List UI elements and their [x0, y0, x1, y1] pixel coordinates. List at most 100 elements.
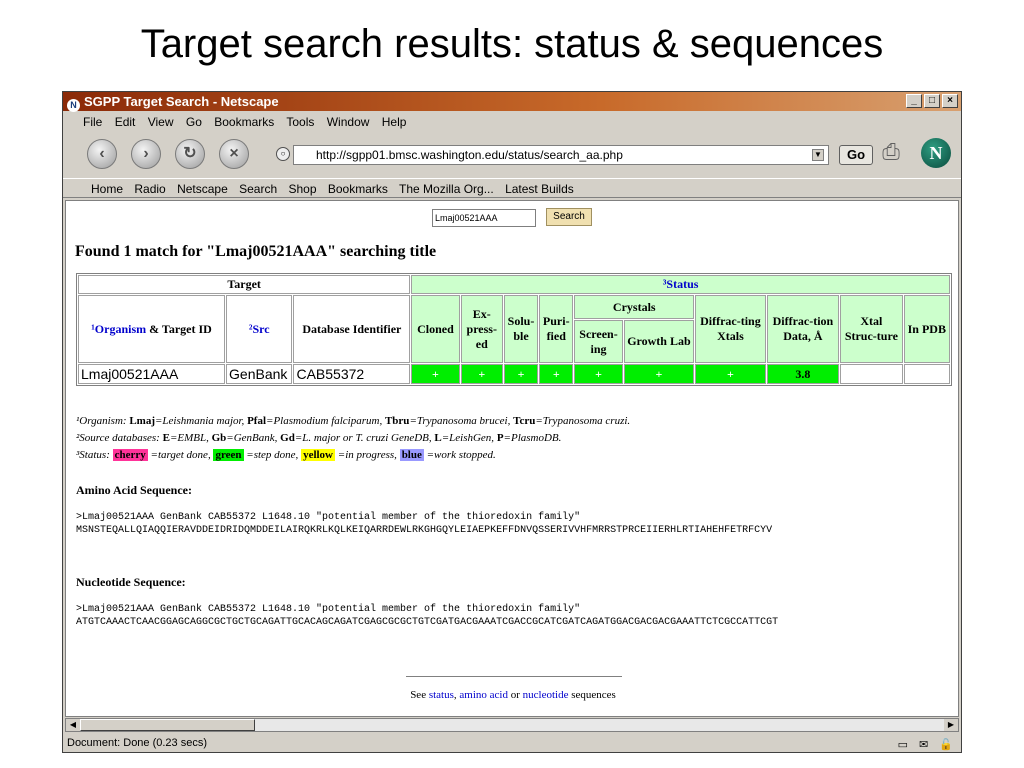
- url-text: http://sgpp01.bmsc.washington.edu/status…: [316, 148, 623, 162]
- header-status[interactable]: ³Status: [411, 275, 950, 294]
- site-icon: ○: [276, 147, 290, 161]
- bookmarks-toolbar: Home Radio Netscape Search Shop Bookmark…: [63, 178, 961, 198]
- status-link[interactable]: status: [429, 689, 454, 701]
- url-input[interactable]: http://sgpp01.bmsc.washington.edu/status…: [293, 145, 829, 165]
- nucleotide-link[interactable]: nucleotide: [523, 689, 569, 701]
- header-cloned: Cloned: [411, 295, 460, 363]
- bookmark-bookmarks[interactable]: Bookmarks: [328, 182, 388, 196]
- bookmark-radio[interactable]: Radio: [134, 182, 165, 196]
- title-bar: N SGPP Target Search - Netscape _ □ ×: [63, 92, 961, 112]
- header-xtal-structure: Xtal Struc-ture: [840, 295, 903, 363]
- header-target: Target: [78, 275, 411, 294]
- menu-file[interactable]: File: [83, 115, 102, 129]
- footer-links: See status, amino acid or nucleotide seq…: [410, 689, 616, 701]
- menu-bar: File Edit View Go Bookmarks Tools Window…: [63, 112, 961, 132]
- header-diffraction-data: Diffrac-tion Data, Å: [766, 295, 840, 363]
- header-soluble: Solu-ble: [503, 295, 539, 363]
- bookmark-mozilla[interactable]: The Mozilla Org...: [399, 182, 494, 196]
- cell-database-id: CAB55372: [293, 364, 411, 384]
- bookmark-netscape[interactable]: Netscape: [177, 182, 228, 196]
- cell-purified: +: [539, 364, 574, 384]
- header-screening: Screen-ing: [574, 320, 623, 363]
- back-icon[interactable]: ‹: [87, 139, 117, 169]
- nucleotide-title: Nucleotide Sequence:: [76, 575, 186, 589]
- bookmark-home[interactable]: Home: [91, 182, 123, 196]
- note-organism: ¹Organism: Lmaj=Leishmania major, Pfal=P…: [76, 415, 631, 427]
- search-input[interactable]: [432, 209, 536, 227]
- navigation-toolbar: ‹ › ↻ × ○ http://sgpp01.bmsc.washington.…: [63, 133, 961, 177]
- header-expressed: Ex-press-ed: [460, 295, 503, 363]
- browser-window: N SGPP Target Search - Netscape _ □ × Fil…: [62, 91, 962, 753]
- divider: [406, 676, 622, 678]
- header-organism: ¹Organism & Target ID: [78, 295, 226, 363]
- header-database-id: Database Identifier: [293, 295, 411, 363]
- search-button[interactable]: Search: [546, 208, 592, 226]
- cell-soluble: +: [503, 364, 539, 384]
- close-button[interactable]: ×: [942, 94, 958, 108]
- print-icon[interactable]: ⎙: [875, 139, 907, 167]
- menu-help[interactable]: Help: [382, 115, 407, 129]
- security-icon[interactable]: ▭ ✉ 🔓: [898, 736, 957, 754]
- scroll-left-icon[interactable]: ◀: [66, 719, 80, 731]
- status-text: Document: Done (0.23 secs): [67, 737, 208, 749]
- stop-icon[interactable]: ×: [219, 139, 249, 169]
- header-src[interactable]: ²Src: [226, 295, 293, 363]
- header-diffracting: Diffrac-ting Xtals: [695, 295, 766, 363]
- organism-link[interactable]: Organism: [95, 322, 146, 336]
- amino-acid-link[interactable]: amino acid: [459, 689, 508, 701]
- header-growth-lab: Growth Lab: [623, 320, 695, 363]
- menu-edit[interactable]: Edit: [115, 115, 136, 129]
- url-dropdown-icon[interactable]: ▼: [812, 149, 824, 161]
- cell-growth-lab: +: [623, 364, 695, 384]
- amino-acid-header: >Lmaj00521AAA GenBank CAB55372 L1648.10 …: [76, 512, 581, 523]
- note-status: ³Status: cherry =target done, green =ste…: [76, 449, 496, 461]
- cell-cloned: +: [411, 364, 460, 384]
- header-crystals: Crystals: [574, 295, 695, 320]
- nucleotide-sequence: ATGTCAAACTCAACGGAGCAGGCGCTGCTGCAGATTGCAC…: [76, 617, 779, 628]
- note-source: ²Source databases: E=EMBL, Gb=GenBank, G…: [76, 432, 562, 444]
- menu-view[interactable]: View: [148, 115, 174, 129]
- swatch-blue: blue: [399, 449, 424, 461]
- menu-tools[interactable]: Tools: [286, 115, 314, 129]
- amino-acid-title: Amino Acid Sequence:: [76, 483, 193, 497]
- header-in-pdb: In PDB: [903, 295, 950, 363]
- amino-acid-sequence: MSNSTEQALLQIAQQIERAVDDEIDRIDQMDDEILAIRQK…: [76, 525, 773, 536]
- window-title: SGPP Target Search - Netscape: [84, 94, 279, 109]
- scroll-right-icon[interactable]: ▶: [944, 719, 958, 731]
- menu-bookmarks[interactable]: Bookmarks: [214, 115, 274, 129]
- status-bar: Document: Done (0.23 secs) ▭ ✉ 🔓: [63, 734, 961, 752]
- forward-icon[interactable]: ›: [131, 139, 161, 169]
- swatch-green: green: [213, 449, 244, 461]
- status-table: Target ³Status ¹Organism & Target ID ²Sr…: [76, 273, 952, 386]
- horizontal-scrollbar[interactable]: ◀ ▶: [65, 718, 959, 732]
- match-heading: Found 1 match for "Lmaj00521AAA" searchi…: [75, 243, 437, 260]
- cell-diffracting: +: [695, 364, 766, 384]
- cell-expressed: +: [460, 364, 503, 384]
- netscape-icon: N: [67, 99, 80, 112]
- minimize-button[interactable]: _: [906, 94, 922, 108]
- go-button[interactable]: Go: [839, 145, 873, 165]
- maximize-button[interactable]: □: [924, 94, 940, 108]
- menu-go[interactable]: Go: [186, 115, 202, 129]
- table-row: Lmaj00521AAA GenBank CAB55372 + + + + + …: [78, 364, 950, 384]
- menu-window[interactable]: Window: [327, 115, 370, 129]
- cell-screening: +: [574, 364, 623, 384]
- bookmark-search[interactable]: Search: [239, 182, 277, 196]
- cell-xtal-structure: [840, 364, 903, 384]
- nucleotide-header: >Lmaj00521AAA GenBank CAB55372 L1648.10 …: [76, 604, 581, 615]
- legend-notes: ¹Organism: Lmaj=Leishmania major, Pfal=P…: [76, 413, 630, 464]
- cell-diffraction-data: 3.8: [766, 364, 840, 384]
- scroll-thumb[interactable]: [80, 719, 255, 731]
- page-content: Search Found 1 match for "Lmaj00521AAA" …: [65, 200, 959, 717]
- slide-title: Target search results: status & sequence…: [140, 22, 884, 66]
- bookmark-shop[interactable]: Shop: [288, 182, 316, 196]
- search-form: Search: [432, 208, 592, 227]
- header-purified: Puri-fied: [539, 295, 574, 363]
- swatch-yellow: yellow: [301, 449, 336, 461]
- bookmark-latest-builds[interactable]: Latest Builds: [505, 182, 574, 196]
- netscape-logo[interactable]: N: [921, 138, 951, 168]
- cell-target-id: Lmaj00521AAA: [78, 364, 226, 384]
- cell-src: GenBank: [226, 364, 293, 384]
- reload-icon[interactable]: ↻: [175, 139, 205, 169]
- cell-in-pdb: [903, 364, 950, 384]
